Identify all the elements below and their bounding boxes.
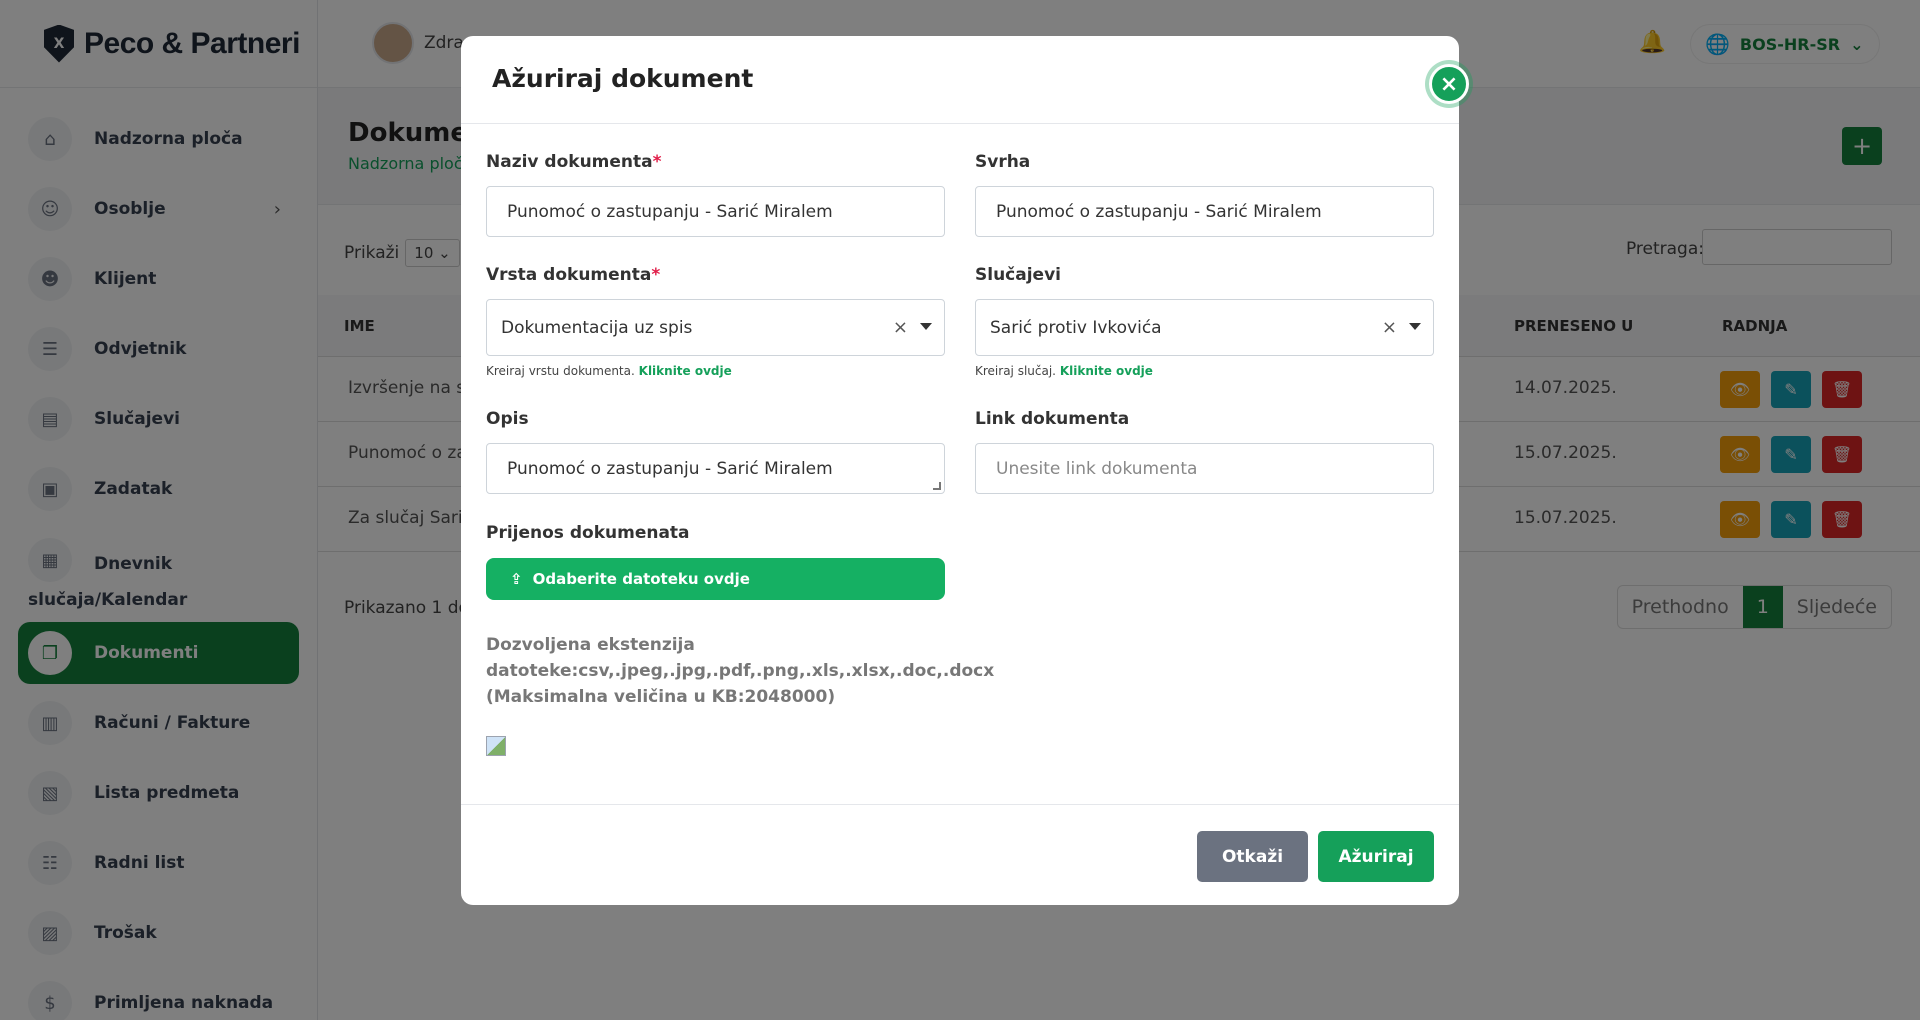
cancel-button[interactable]: Otkaži <box>1197 831 1308 882</box>
upload-label: Prijenos dokumenata <box>486 523 690 543</box>
doc-link-input[interactable]: Unesite link dokumenta <box>975 443 1434 494</box>
create-doc-type-link[interactable]: Kliknite ovdje <box>639 364 732 378</box>
caret-down-icon[interactable] <box>920 323 932 330</box>
doc-type-value: Dokumentacija uz spis <box>501 317 693 338</box>
doc-type-select[interactable]: Dokumentacija uz spis × <box>486 299 945 356</box>
cases-label: Slučajevi <box>975 265 1061 285</box>
modal-title: Ažuriraj dokument <box>492 64 754 93</box>
description-textarea[interactable]: Punomoć o zastupanju - Sarić Miralem <box>486 443 945 494</box>
description-label: Opis <box>486 409 529 429</box>
allowed-extensions-text: Dozvoljena ekstenzija datoteke:csv,.jpeg… <box>486 635 995 707</box>
doc-type-hint-text: Kreiraj vrstu dokumenta. <box>486 364 635 378</box>
required-marker: * <box>651 265 661 285</box>
doc-name-label-text: Naziv dokumenta <box>486 152 653 172</box>
description-value: Punomoć o zastupanju - Sarić Miralem <box>507 458 833 479</box>
update-button[interactable]: Ažuriraj <box>1318 831 1434 882</box>
doc-name-input[interactable]: Punomoć o zastupanju - Sarić Miralem <box>486 186 945 237</box>
doc-type-hint: Kreiraj vrstu dokumenta. Kliknite ovdje <box>486 364 732 378</box>
create-case-link[interactable]: Kliknite ovdje <box>1060 364 1153 378</box>
resize-handle-icon[interactable] <box>933 482 941 490</box>
modal-footer: Otkaži Ažuriraj <box>461 804 1459 905</box>
cases-hint: Kreiraj slučaj. Kliknite ovdje <box>975 364 1153 378</box>
cases-value: Sarić protiv Ivkovića <box>990 317 1162 338</box>
purpose-input[interactable]: Punomoć o zastupanju - Sarić Miralem <box>975 186 1434 237</box>
clear-icon[interactable]: × <box>893 317 908 338</box>
doc-type-label-text: Vrsta dokumenta <box>486 265 652 285</box>
upload-icon: ⇪ <box>510 570 523 588</box>
choose-file-button[interactable]: ⇪ Odaberite datoteku ovdje <box>486 558 945 600</box>
cases-select[interactable]: Sarić protiv Ivkovića × <box>975 299 1434 356</box>
doc-type-label: Vrsta dokumenta* <box>486 265 660 285</box>
required-marker: * <box>652 152 662 172</box>
broken-image-icon <box>486 736 506 756</box>
cases-hint-text: Kreiraj slučaj. <box>975 364 1056 378</box>
close-button[interactable]: × <box>1429 64 1469 104</box>
choose-file-label: Odaberite datoteku ovdje <box>532 570 750 588</box>
caret-down-icon[interactable] <box>1409 323 1421 330</box>
clear-icon[interactable]: × <box>1382 317 1397 338</box>
purpose-label: Svrha <box>975 152 1031 172</box>
doc-name-label: Naziv dokumenta* <box>486 152 662 172</box>
update-document-modal: Ažuriraj dokument × Naziv dokumenta* Pun… <box>461 36 1469 905</box>
doc-link-label: Link dokumenta <box>975 409 1130 429</box>
modal-header: Ažuriraj dokument <box>461 36 1459 124</box>
